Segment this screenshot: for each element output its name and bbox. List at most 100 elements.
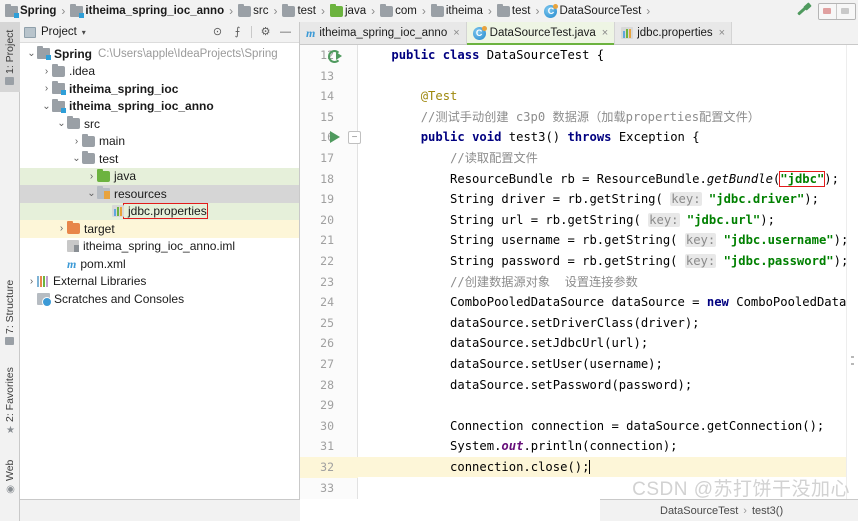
close-icon[interactable]: × (600, 27, 608, 39)
gutter-line[interactable]: 30 (300, 416, 358, 437)
chevron-down-icon[interactable]: ⌄ (26, 48, 37, 59)
gutter-line[interactable]: 13 (300, 66, 358, 87)
chevron-right-icon[interactable]: › (86, 171, 97, 182)
sidebar-item-web[interactable]: ◉ Web (0, 447, 20, 505)
editor-marker-strip[interactable] (846, 45, 858, 499)
chevron-right-icon[interactable]: › (41, 66, 52, 77)
gutter-line[interactable]: 23 (300, 272, 358, 293)
tree-row[interactable]: ⌄ src (20, 115, 299, 133)
chevron-right-icon[interactable]: › (56, 223, 67, 234)
code-line[interactable]: @Test (358, 86, 858, 107)
chevron-down-icon[interactable]: ⌄ (86, 188, 97, 199)
chevron-right-icon[interactable]: › (41, 83, 52, 94)
gutter-line[interactable]: 16− (300, 127, 361, 148)
tree-row[interactable]: m pom.xml (20, 255, 299, 273)
code-line[interactable]: String url = rb.getString( key: "jdbc.ur… (358, 210, 858, 231)
gutter-line[interactable]: 25 (300, 313, 358, 334)
gutter-line[interactable]: 29 (300, 395, 358, 416)
chevron-down-icon[interactable]: ▾ (82, 28, 86, 37)
gutter-line[interactable]: 14 (300, 86, 358, 107)
code-line[interactable]: public class DataSourceTest { (358, 45, 858, 66)
gutter-line[interactable]: 21 (300, 230, 358, 251)
run-method-icon[interactable] (330, 131, 340, 144)
tree-row[interactable]: › .idea (20, 63, 299, 81)
chevron-down-icon[interactable]: ⌄ (71, 153, 82, 164)
breadcrumb-item[interactable]: com › (379, 0, 430, 22)
tree-row[interactable]: Scratches and Consoles (20, 290, 299, 308)
tree-row[interactable]: › target (20, 220, 299, 238)
debug-button[interactable] (837, 3, 855, 19)
chevron-down-icon[interactable]: ⌄ (56, 118, 67, 129)
settings-gear-icon[interactable]: ⚙ (259, 26, 272, 39)
tree-row[interactable]: ⌄ resources (20, 185, 299, 203)
locate-icon[interactable]: ⊙ (211, 26, 224, 39)
gutter-line[interactable]: 15 (300, 107, 358, 128)
tree-row[interactable]: ⌄ Spring C:\Users\apple\IdeaProjects\Sprin… (20, 45, 299, 63)
tree-row[interactable]: › itheima_spring_ioc (20, 80, 299, 98)
tree-row[interactable]: itheima_spring_ioc_anno.iml (20, 238, 299, 256)
breadcrumb-item[interactable]: src › (237, 0, 281, 22)
build-hammer-icon[interactable] (796, 3, 812, 19)
code-line[interactable]: dataSource.setUser(username); (358, 354, 858, 375)
editor-tab[interactable]: m itheima_spring_ioc_anno × (300, 22, 467, 44)
code-line[interactable]: String driver = rb.getString( key: "jdbc… (358, 189, 858, 210)
code-line[interactable]: //创建数据源对象 设置连接参数 (358, 272, 858, 293)
editor-tab[interactable]: jdbc.properties × (615, 22, 733, 44)
breadcrumb-item[interactable]: Spring › (4, 0, 69, 22)
code-content[interactable]: public class DataSourceTest { @Test //测试… (358, 45, 858, 499)
close-icon[interactable]: × (717, 27, 725, 39)
breadcrumb-item[interactable]: java › (329, 0, 379, 22)
code-line[interactable]: public void test3() throws Exception { (358, 127, 858, 148)
code-line[interactable]: String username = rb.getString( key: "jd… (358, 230, 858, 251)
gutter-line[interactable]: 22 (300, 251, 358, 272)
gutter-line[interactable]: 26 (300, 333, 358, 354)
tree-row[interactable]: › java (20, 167, 299, 185)
tree-row[interactable]: › External Libraries (20, 273, 299, 291)
code-line[interactable]: ComboPooledDataSource dataSource = new C… (358, 292, 858, 313)
gutter-line[interactable]: 33 (300, 478, 358, 499)
editor-gutter[interactable]: 12 13 14 15 16− 17 18 19 20 21 22 23 24 25 26 27 28 29 30 3… (300, 45, 361, 499)
run-config-button-group[interactable] (818, 2, 856, 20)
code-line[interactable]: String password = rb.getString( key: "jd… (358, 251, 858, 272)
run-config-button[interactable] (819, 3, 837, 19)
breadcrumb-method[interactable]: test3() (752, 505, 783, 517)
breadcrumb-item[interactable]: test › (281, 0, 329, 22)
tree-row[interactable]: ⌄ itheima_spring_ioc_anno (20, 98, 299, 116)
run-class-icon[interactable] (328, 49, 342, 63)
hide-icon[interactable]: — (279, 26, 292, 39)
code-line[interactable]: dataSource.setJdbcUrl(url); (358, 333, 858, 354)
code-line[interactable]: dataSource.setDriverClass(driver); (358, 313, 858, 334)
breadcrumb-class[interactable]: DataSourceTest (660, 505, 738, 517)
gutter-line[interactable]: 20 (300, 210, 358, 231)
tree-row[interactable]: jdbc.properties (20, 202, 299, 220)
gutter-line[interactable]: 18 (300, 169, 358, 190)
gutter-line[interactable]: 19 (300, 189, 358, 210)
tree-row[interactable]: ⌄ test (20, 150, 299, 168)
code-editor[interactable]: 12 13 14 15 16− 17 18 19 20 21 22 23 24 25 26 27 28 29 30 3… (300, 45, 858, 499)
code-line[interactable]: //测试手动创建 c3p0 数据源（加载properties配置文件） (358, 107, 858, 128)
chevron-right-icon[interactable]: › (26, 276, 37, 287)
collapse-all-icon[interactable]: ⨍ (231, 26, 244, 39)
chevron-down-icon[interactable]: ⌄ (41, 101, 52, 112)
code-line[interactable] (358, 66, 858, 87)
code-line[interactable]: //读取配置文件 (358, 148, 858, 169)
breadcrumb-item[interactable]: itheima › (430, 0, 496, 22)
gutter-line[interactable]: 27 (300, 354, 358, 375)
gutter-line[interactable]: 31 (300, 436, 358, 457)
code-line[interactable]: System.out.println(connection); (358, 436, 858, 457)
tree-row[interactable]: › main (20, 133, 299, 151)
gutter-line[interactable]: 28 (300, 375, 358, 396)
sidebar-item-project[interactable]: 1: Project (0, 22, 20, 92)
gutter-line[interactable]: 17 (300, 148, 358, 169)
code-line[interactable]: Connection connection = dataSource.getCo… (358, 416, 858, 437)
editor-tab[interactable]: C DataSourceTest.java × (466, 22, 616, 45)
code-line[interactable]: dataSource.setPassword(password); (358, 375, 858, 396)
sidebar-item-favorites[interactable]: ★ 2: Favorites (0, 357, 20, 443)
breadcrumb-item[interactable]: test › (496, 0, 544, 22)
close-icon[interactable]: × (451, 27, 459, 39)
gutter-line[interactable]: 12 (300, 45, 358, 66)
code-line[interactable]: ResourceBundle rb = ResourceBundle.getBu… (358, 169, 858, 190)
breadcrumb-item[interactable]: C DataSourceTest › (543, 0, 654, 22)
sidebar-item-structure[interactable]: 7: Structure (0, 271, 20, 353)
code-line[interactable] (358, 395, 858, 416)
